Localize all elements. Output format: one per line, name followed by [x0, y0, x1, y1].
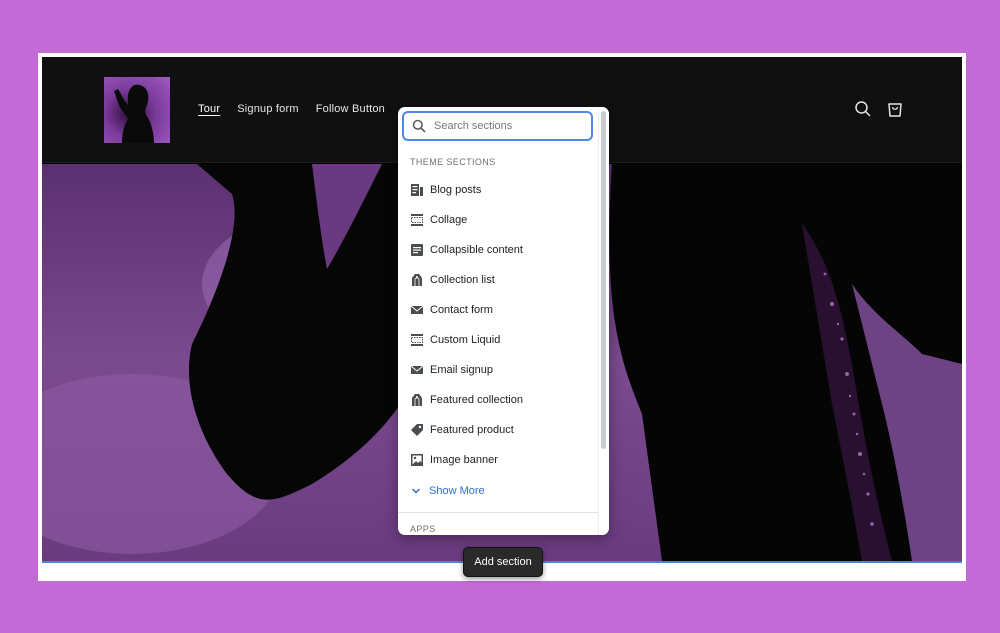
section-item-label: Collage [430, 214, 468, 226]
search-sections-field[interactable] [402, 111, 593, 141]
show-more-button[interactable]: Show More [410, 485, 485, 497]
collection-icon [410, 273, 424, 287]
section-item-email-signup[interactable]: Email signup [398, 355, 598, 385]
tag-icon [410, 423, 424, 437]
collection-icon [410, 393, 424, 407]
section-item-featured-product[interactable]: Featured product [398, 415, 598, 445]
search-icon[interactable] [854, 100, 872, 118]
section-item-label: Featured collection [430, 394, 523, 406]
search-icon [412, 119, 426, 133]
email-icon [410, 363, 424, 377]
section-item-label: Blog posts [430, 184, 482, 196]
text-block-icon [410, 243, 424, 257]
theme-sections-heading: THEME SECTIONS [410, 157, 496, 167]
section-item-label: Contact form [430, 304, 493, 316]
section-item-collapsible-content[interactable]: Collapsible content [398, 235, 598, 265]
blog-icon [410, 183, 424, 197]
popover-scrollbar-thumb[interactable] [601, 111, 606, 449]
add-section-button[interactable]: Add section [463, 547, 543, 577]
nav-link-signup-form[interactable]: Signup form [237, 103, 299, 115]
apps-heading: APPS [410, 524, 436, 534]
main-navigation: Tour Signup form Follow Button [198, 103, 385, 115]
layout-icon [410, 333, 424, 347]
chevron-down-icon [410, 485, 422, 497]
section-item-custom-liquid[interactable]: Custom Liquid [398, 325, 598, 355]
search-sections-input[interactable] [434, 117, 584, 135]
section-item-blog-posts[interactable]: Blog posts [398, 175, 598, 205]
section-item-label: Collapsible content [430, 244, 523, 256]
image-icon [410, 453, 424, 467]
add-section-popover: THEME SECTIONS Blog posts Collage Collap… [398, 107, 609, 535]
section-item-label: Email signup [430, 364, 493, 376]
section-item-label: Image banner [430, 454, 498, 466]
cart-icon[interactable] [886, 100, 904, 118]
section-item-collage[interactable]: Collage [398, 205, 598, 235]
section-item-featured-collection[interactable]: Featured collection [398, 385, 598, 415]
nav-link-follow-button[interactable]: Follow Button [316, 103, 385, 115]
section-item-label: Collection list [430, 274, 495, 286]
theme-sections-list: Blog posts Collage Collapsible content C… [398, 175, 598, 475]
email-icon [410, 303, 424, 317]
show-more-label: Show More [429, 485, 485, 497]
site-logo[interactable] [104, 77, 170, 143]
layout-icon [410, 213, 424, 227]
section-item-image-banner[interactable]: Image banner [398, 445, 598, 475]
section-item-collection-list[interactable]: Collection list [398, 265, 598, 295]
section-item-contact-form[interactable]: Contact form [398, 295, 598, 325]
section-item-label: Custom Liquid [430, 334, 501, 346]
section-item-label: Featured product [430, 424, 514, 436]
nav-link-tour[interactable]: Tour [198, 103, 220, 115]
popover-divider [398, 512, 598, 513]
